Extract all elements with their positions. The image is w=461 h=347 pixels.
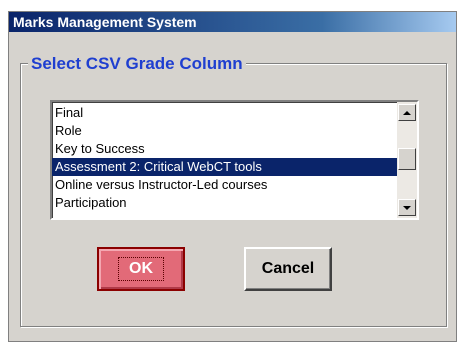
scroll-up-button[interactable] bbox=[398, 104, 416, 121]
list-item[interactable]: Final bbox=[52, 104, 397, 122]
cancel-button[interactable]: Cancel bbox=[244, 247, 332, 291]
groupbox-legend: Select CSV Grade Column bbox=[28, 53, 246, 75]
arrow-down-icon bbox=[403, 205, 411, 210]
ok-button-label: OK bbox=[118, 257, 164, 281]
arrow-up-icon bbox=[403, 110, 411, 115]
scroll-down-button[interactable] bbox=[398, 199, 416, 216]
list-item[interactable]: Role bbox=[52, 122, 397, 140]
scroll-thumb[interactable] bbox=[398, 148, 416, 170]
list-items: Final Role Key to Success Assessment 2: … bbox=[52, 104, 397, 212]
csv-column-listbox[interactable]: Final Role Key to Success Assessment 2: … bbox=[50, 100, 419, 220]
list-item[interactable]: Participation bbox=[52, 194, 397, 212]
window-title: Marks Management System bbox=[13, 14, 197, 30]
list-item-selected[interactable]: Assessment 2: Critical WebCT tools bbox=[52, 158, 397, 176]
list-item[interactable]: Online versus Instructor-Led courses bbox=[52, 176, 397, 194]
title-bar[interactable]: Marks Management System bbox=[9, 12, 456, 32]
vertical-scrollbar[interactable] bbox=[397, 102, 417, 218]
list-item[interactable]: Key to Success bbox=[52, 140, 397, 158]
ok-button[interactable]: OK bbox=[97, 247, 185, 291]
